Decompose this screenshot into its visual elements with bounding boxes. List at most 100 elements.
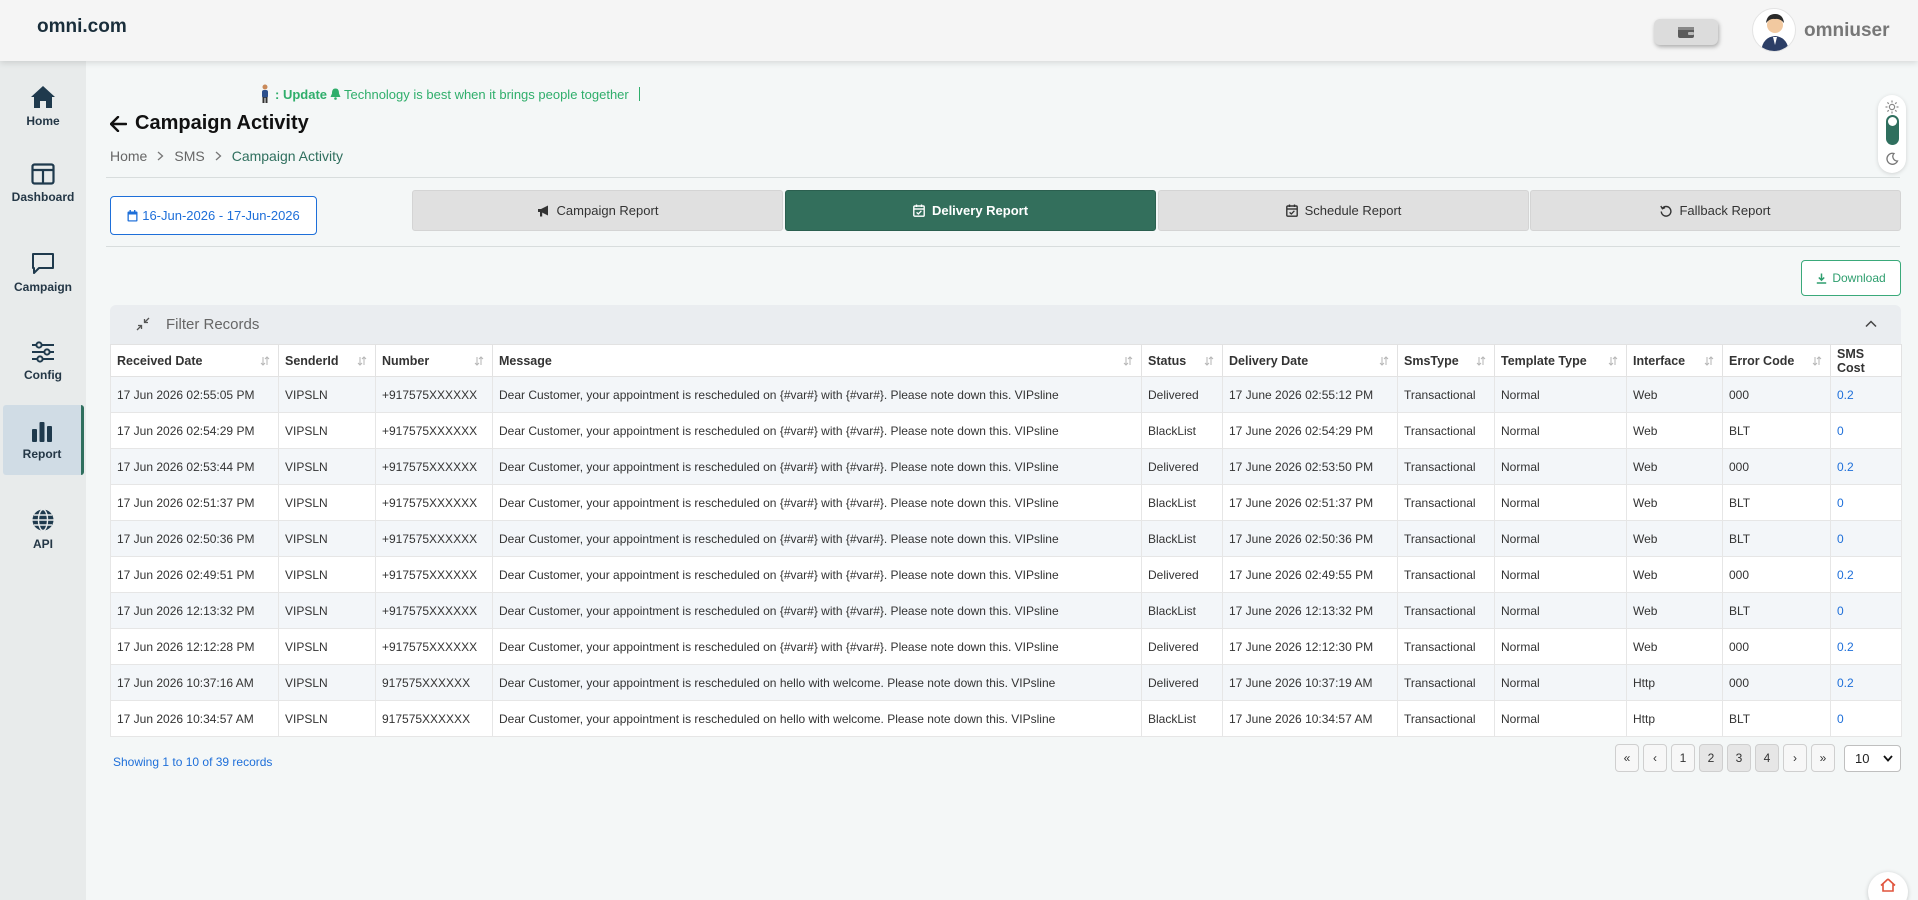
sidebar-item-config[interactable]: Config [0,326,86,396]
tab-schedule-report[interactable]: Schedule Report [1158,190,1529,231]
sort-icon[interactable] [1123,355,1133,369]
sort-icon[interactable] [260,355,270,369]
dashboard-icon [31,162,55,185]
tab-label: Campaign Report [556,203,659,218]
last-page-button[interactable]: » [1811,744,1835,772]
delivery-report-table: Received Date SenderId Number Message Status… [110,344,1902,737]
sort-icon[interactable] [357,355,367,369]
sidebar-item-label: Campaign [13,279,72,294]
breadcrumb-home[interactable]: Home [110,148,147,164]
table-cell: 17 June 2026 02:49:55 PM [1222,556,1398,593]
table-cell: 0.2 [1830,556,1902,593]
table-cell: +917575XXXXXX [375,592,493,629]
table-cell: Dear Customer, your appointment is resch… [492,556,1142,593]
column-header[interactable]: Number [375,344,493,377]
per-page-value: 10 [1855,751,1870,766]
page-title: Campaign Activity [110,112,309,135]
page-1-button[interactable]: 1 [1671,744,1695,772]
breadcrumb-sms[interactable]: SMS [174,148,204,164]
top-header: omni.com omniuser [0,0,1918,61]
table-cell: Normal [1494,664,1627,701]
table-cell: Delivered [1141,376,1223,413]
table-cell: Dear Customer, your appointment is resch… [492,628,1142,665]
column-header[interactable]: Status [1141,344,1223,377]
table-cell: Normal [1494,556,1627,593]
sort-icon[interactable] [474,355,484,369]
sort-icon[interactable] [1704,355,1714,369]
column-header[interactable]: Message [492,344,1142,377]
table-cell: 17 Jun 2026 10:34:57 AM [110,700,279,737]
sliders-icon [32,340,54,363]
table-cell: 17 Jun 2026 12:13:32 PM [110,592,279,629]
per-page-select[interactable]: 10 [1844,745,1901,772]
calendar-icon [127,209,138,221]
date-range-picker[interactable]: 16-Jun-2026 - 17-Jun-2026 [110,196,317,235]
theme-toggle[interactable] [1878,95,1906,173]
chevron-up-icon[interactable] [1864,317,1878,331]
sidebar-item-label: Home [26,113,60,128]
sort-icon[interactable] [1608,355,1618,369]
column-header[interactable]: SMS Cost [1830,344,1902,377]
sort-icon[interactable] [1379,355,1389,369]
records-count: Showing 1 to 10 of 39 records [113,755,273,769]
table-row: 17 Jun 2026 12:13:32 PM VIPSLN +917575XXXX… [110,592,1902,629]
wallet-button[interactable] [1654,19,1718,45]
table-cell: Web [1626,376,1723,413]
user-avatar[interactable] [1752,8,1796,52]
sort-icon[interactable] [1204,355,1214,369]
tab-label: Schedule Report [1304,203,1402,218]
table-cell: Delivered [1141,664,1223,701]
column-header[interactable]: Received Date [110,344,279,377]
sidebar-item-home[interactable]: Home [0,71,86,141]
sidebar-item-report[interactable]: Report [3,405,84,475]
sort-icon[interactable] [1812,355,1822,369]
home-shortcut-button[interactable] [1868,872,1908,900]
column-header-label: Message [499,353,552,368]
table-cell: VIPSLN [278,484,376,521]
sidebar-item-api[interactable]: API [0,494,86,564]
page-4-button[interactable]: 4 [1755,744,1779,772]
prev-page-button[interactable]: ‹ [1643,744,1667,772]
column-header[interactable]: Interface [1626,344,1723,377]
collapse-arrows-icon[interactable] [136,317,150,331]
arrow-left-icon[interactable] [110,115,127,132]
first-page-button[interactable]: « [1615,744,1639,772]
table-row: 17 Jun 2026 02:53:44 PM VIPSLN +917575XXXX… [110,448,1902,485]
chevron-right-icon [215,151,222,161]
table-cell: Normal [1494,412,1627,449]
sidebar-item-campaign[interactable]: Campaign [0,237,86,307]
column-header[interactable]: SmsType [1397,344,1495,377]
tab-fallback-report[interactable]: Fallback Report [1530,190,1901,231]
column-header-label: Template Type [1501,353,1587,368]
username[interactable]: omniuser [1804,20,1890,42]
tab-delivery-report[interactable]: Delivery Report [785,190,1156,231]
table-cell: Web [1626,520,1723,557]
breadcrumb-current: Campaign Activity [231,148,343,164]
brand-logo[interactable]: omni.com [37,16,127,38]
download-button[interactable]: Download [1801,260,1901,296]
sort-icon[interactable] [1476,355,1486,369]
sidebar-item-label: Report [22,446,62,461]
table-cell: 17 Jun 2026 12:12:28 PM [110,628,279,665]
table-cell: 17 Jun 2026 02:50:36 PM [110,520,279,557]
page-2-button[interactable]: 2 [1699,744,1723,772]
page-3-button[interactable]: 3 [1727,744,1751,772]
table-cell: 17 June 2026 12:13:32 PM [1222,592,1398,629]
filter-records-panel[interactable]: Filter Records [110,305,1901,345]
table-cell: Web [1626,448,1723,485]
sidebar-item-dashboard[interactable]: Dashboard [0,148,86,218]
table-cell: Normal [1494,484,1627,521]
column-header-label: Error Code [1729,353,1795,368]
column-header[interactable]: Error Code [1722,344,1831,377]
column-header-label: Received Date [117,353,203,368]
ticker-caret [638,87,640,101]
moon-icon [1886,152,1899,165]
table-cell: Http [1626,664,1723,701]
column-header[interactable]: Template Type [1494,344,1627,377]
table-cell: 0.2 [1830,664,1902,701]
table-cell: Web [1626,484,1723,521]
column-header[interactable]: SenderId [278,344,376,377]
column-header[interactable]: Delivery Date [1222,344,1398,377]
next-page-button[interactable]: › [1783,744,1807,772]
tab-campaign-report[interactable]: Campaign Report [412,190,783,231]
